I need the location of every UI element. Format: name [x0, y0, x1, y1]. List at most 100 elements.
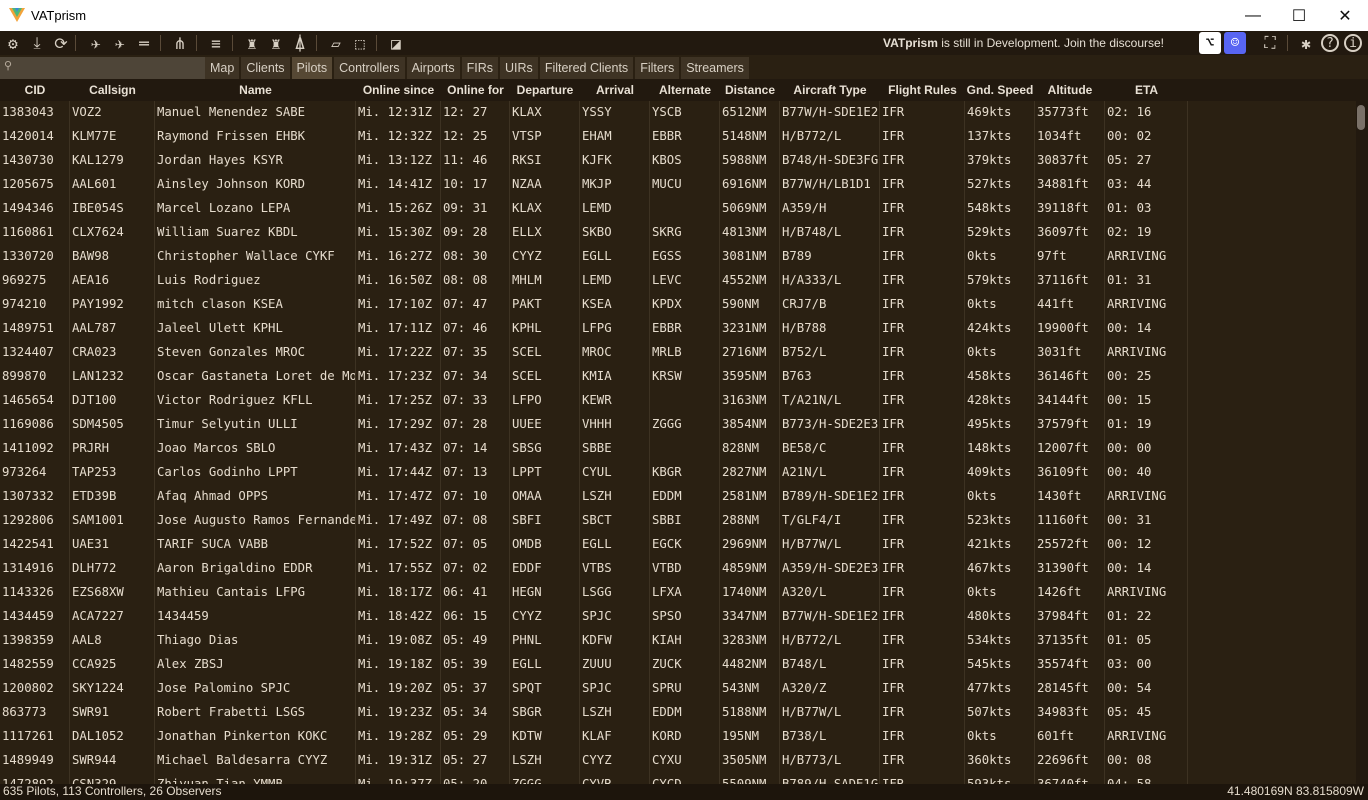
fullscreen-icon[interactable]: ⛶	[1258, 31, 1282, 55]
tab-pilots[interactable]: Pilots	[291, 57, 333, 79]
maximize-button[interactable]: ☐	[1276, 0, 1322, 31]
table-row[interactable]: 1398359 AAL8 Thiago Dias Mi. 19:08Z 05: 49 PH…	[0, 629, 1188, 653]
table-cell: 11160ft	[1037, 513, 1089, 527]
table-row[interactable]: 1292806 SAM1001 Jose Augusto Ramos Fernand…	[0, 509, 1188, 533]
table-row[interactable]: 1169086 SDM4505 Timur Selyutin ULLI Mi. 17:…	[0, 413, 1188, 437]
column-header-departure[interactable]: Departure	[510, 83, 580, 97]
table-cell: IFR	[882, 369, 905, 383]
pilots-table[interactable]: 1383043 VOZ2 Manuel Menendez SABE Mi. 12:31…	[0, 101, 1188, 784]
table-row[interactable]: 1205675 AAL601 Ainsley Johnson KORD Mi. 14:…	[0, 173, 1188, 197]
tab-firs[interactable]: FIRs	[461, 57, 499, 79]
column-header-online-since[interactable]: Online since	[356, 83, 441, 97]
column-header-flight-rules[interactable]: Flight Rules	[880, 83, 965, 97]
table-cell: IFR	[882, 705, 905, 719]
table-cell: SPRU	[652, 681, 682, 695]
tab-map[interactable]: Map	[205, 57, 240, 79]
filter-icon[interactable]: ≡	[204, 31, 228, 55]
column-header-distance[interactable]: Distance	[720, 83, 780, 97]
column-header-aircraft-type[interactable]: Aircraft Type	[780, 83, 880, 97]
tab-uirs[interactable]: UIRs	[500, 57, 538, 79]
table-cell: EDDM	[652, 705, 682, 719]
table-cell: AAL601	[72, 177, 117, 191]
table-cell: NZAA	[512, 177, 542, 191]
airplane-icon[interactable]: ✈	[84, 31, 108, 55]
antenna-icon[interactable]: ⍋	[288, 31, 312, 55]
gear-icon[interactable]: ⚙	[1, 31, 25, 55]
map-icon[interactable]: ◪	[384, 31, 408, 55]
tab-airports[interactable]: Airports	[406, 57, 460, 79]
table-row[interactable]: 1143326 EZS68XW Mathieu Cantais LFPG Mi. 18…	[0, 581, 1188, 605]
column-header-arrival[interactable]: Arrival	[580, 83, 650, 97]
close-button[interactable]: ✕	[1322, 0, 1368, 31]
fir-shape-icon[interactable]: ▱	[324, 31, 348, 55]
table-row[interactable]: 1489949 SWR944 Michael Baldesarra CYYZ Mi. …	[0, 749, 1188, 773]
table-cell: 1430730	[2, 153, 54, 167]
column-header-altitude[interactable]: Altitude	[1035, 83, 1105, 97]
table-row[interactable]: 1489751 AAL787 Jaleel Ulett KPHL Mi. 17:11Z…	[0, 317, 1188, 341]
column-header-name[interactable]: Name	[155, 83, 356, 97]
table-row[interactable]: 1383043 VOZ2 Manuel Menendez SABE Mi. 12:31…	[0, 101, 1188, 125]
table-cell: Mi. 18:17Z	[358, 585, 433, 599]
table-row[interactable]: 1330720 BAW98 Christopher Wallace CYKF Mi. …	[0, 245, 1188, 269]
tab-controllers[interactable]: Controllers	[334, 57, 405, 79]
bug-icon[interactable]: ✱	[1294, 31, 1318, 55]
table-cell: 3163NM	[722, 393, 767, 407]
vertical-scrollbar[interactable]	[1356, 101, 1368, 784]
table-row[interactable]: 973264 TAP253 Carlos Godinho LPPT Mi. 17:44…	[0, 461, 1188, 485]
table-cell: 2827NM	[722, 465, 767, 479]
column-header-cid[interactable]: CID	[0, 83, 70, 97]
tower-label-icon[interactable]: ♜	[264, 31, 288, 55]
table-row[interactable]: 899870 LAN1232 Oscar Gastaneta Loret de Mo…	[0, 365, 1188, 389]
column-header-gnd-speed[interactable]: Gnd. Speed	[965, 83, 1035, 97]
table-row[interactable]: 1160861 CLX7624 William Suarez KBDL Mi. 15:…	[0, 221, 1188, 245]
column-header-eta[interactable]: ETA	[1105, 83, 1188, 97]
table-cell: A320/L	[782, 585, 827, 599]
uir-shape-icon[interactable]: ⬚	[348, 31, 372, 55]
table-row[interactable]: 1307332 ETD39B Afaq Ahmad OPPS Mi. 17:47Z 07…	[0, 485, 1188, 509]
table-row[interactable]: 974210 PAY1992 mitch clason KSEA Mi. 17:10Z…	[0, 293, 1188, 317]
table-row[interactable]: 1465654 DJT100 Victor Rodriguez KFLL Mi. 17…	[0, 389, 1188, 413]
tab-filters[interactable]: Filters	[635, 57, 680, 79]
tab-filtered-clients[interactable]: Filtered Clients	[539, 57, 634, 79]
table-row[interactable]: 1422541 UAE31 TARIF SUCA VABB Mi. 17:52Z 07:…	[0, 533, 1188, 557]
table-row[interactable]: 969275 AEA16 Luis Rodriguez Mi. 16:50Z 08: 0…	[0, 269, 1188, 293]
table-cell: 2969NM	[722, 537, 767, 551]
scrollbar-thumb[interactable]	[1357, 105, 1365, 130]
download-icon[interactable]: ⤓	[25, 31, 49, 55]
table-cell: H/B788	[782, 321, 827, 335]
table-row[interactable]: 1411092 PRJRH Joao Marcos SBLO Mi. 17:43Z 07…	[0, 437, 1188, 461]
table-row[interactable]: 1314916 DLH772 Aaron Brigaldino EDDR Mi. 17…	[0, 557, 1188, 581]
share-icon[interactable]: ⋔	[168, 31, 192, 55]
github-icon[interactable]: ⌥	[1199, 32, 1221, 54]
refresh-icon[interactable]: ⟳	[49, 31, 73, 55]
client-counts: 635 Pilots, 113 Controllers, 26 Observer…	[3, 784, 222, 798]
help-icon[interactable]: ?	[1321, 34, 1339, 52]
table-row[interactable]: 1494346 IBE054S Marcel Lozano LEPA Mi. 15:2…	[0, 197, 1188, 221]
tab-clients[interactable]: Clients	[241, 57, 290, 79]
table-row[interactable]: 1430730 KAL1279 Jordan Hayes KSYR Mi. 13:12…	[0, 149, 1188, 173]
table-row[interactable]: 1117261 DAL1052 Jonathan Pinkerton KOKC Mi.…	[0, 725, 1188, 749]
column-header-alternate[interactable]: Alternate	[650, 83, 720, 97]
discord-icon[interactable]: ☺	[1224, 32, 1246, 54]
table-row[interactable]: 1324407 CRA023 Steven Gonzales MROC Mi. 17:…	[0, 341, 1188, 365]
table-row[interactable]: 1200802 SKY1224 Jose Palomino SPJC Mi. 19:2…	[0, 677, 1188, 701]
table-row[interactable]: 1472892 CSN329 Zhiyuan Tian YMMB Mi. 19:37Z…	[0, 773, 1188, 784]
tab-streamers[interactable]: Streamers	[681, 57, 749, 79]
tower-icon[interactable]: ♜	[240, 31, 264, 55]
table-row[interactable]: 863773 SWR91 Robert Frabetti LSGS Mi. 19:23…	[0, 701, 1188, 725]
table-cell: EHAM	[582, 129, 612, 143]
table-cell: B738/L	[782, 729, 827, 743]
info-icon[interactable]: i	[1344, 34, 1362, 52]
airplane-label-icon[interactable]: ✈	[108, 31, 132, 55]
table-row[interactable]: 1434459 ACA7227 1434459 Mi. 18:42Z 06: 15 CYY…	[0, 605, 1188, 629]
table-cell: IFR	[882, 513, 905, 527]
search-input[interactable]	[0, 57, 206, 79]
column-header-online-for[interactable]: Online for	[441, 83, 510, 97]
table-cell: SBGR	[512, 705, 542, 719]
table-row[interactable]: 1482559 CCA925 Alex ZBSJ Mi. 19:18Z 05: 39 EG…	[0, 653, 1188, 677]
column-header-callsign[interactable]: Callsign	[70, 83, 155, 97]
minimize-button[interactable]: —	[1230, 0, 1276, 31]
table-cell: 02: 19	[1107, 225, 1152, 239]
table-row[interactable]: 1420014 KLM77E Raymond Frissen EHBK Mi. 12:…	[0, 125, 1188, 149]
runway-icon[interactable]: ═	[132, 31, 156, 55]
